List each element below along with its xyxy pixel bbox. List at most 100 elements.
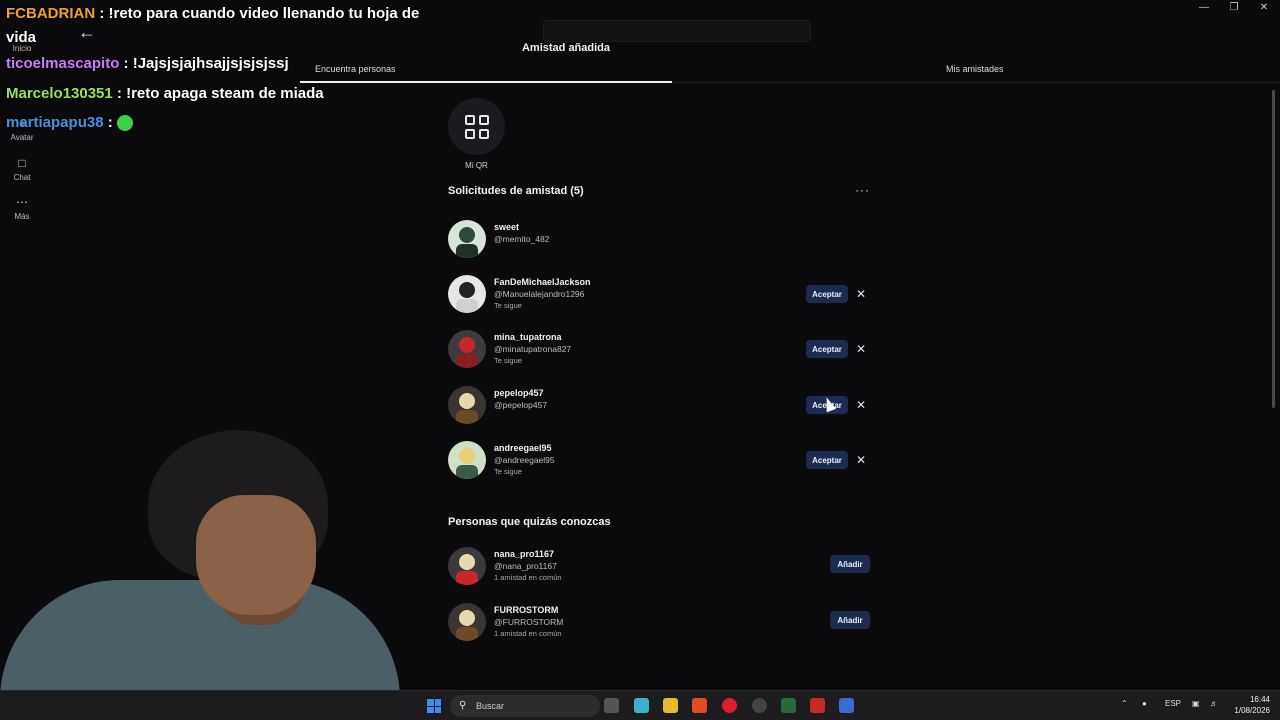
top-search-input[interactable] (543, 20, 811, 42)
person-handle: @FURROSTORM (494, 617, 564, 627)
active-tab-indicator (300, 81, 672, 83)
decline-icon[interactable]: ✕ (855, 285, 867, 303)
list-item[interactable]: pepelop457 @pepelop457 Aceptar ✕ (448, 386, 878, 430)
chat-username: FCBADRIAN (6, 5, 96, 22)
minimize-icon[interactable]: — (1198, 2, 1210, 13)
opera-icon[interactable] (722, 698, 737, 713)
rail-item-label: Más (14, 212, 30, 221)
decline-icon[interactable]: ✕ (855, 451, 867, 469)
person-name: sweet (494, 222, 520, 232)
avatar (448, 275, 486, 313)
my-qr-button[interactable] (448, 98, 505, 155)
person-note: 1 amistad en común (494, 573, 562, 582)
language-indicator[interactable]: ESP (1165, 699, 1181, 708)
person-name: andreegael95 (494, 443, 552, 453)
person-name: FURROSTORM (494, 605, 559, 615)
microphone-icon[interactable]: ● (1142, 699, 1147, 708)
folder-icon[interactable] (663, 698, 678, 713)
person-note: Te sigue (494, 356, 522, 365)
person-name: nana_pro1167 (494, 549, 555, 559)
person-handle: @nana_pro1167 (494, 561, 557, 571)
chat-text: : !reto apaga steam de miada (112, 85, 324, 102)
tray-chevron-icon[interactable]: ⌃ (1121, 699, 1128, 708)
avatar (448, 386, 486, 424)
avatar (448, 330, 486, 368)
person-handle: @pepelop457 (494, 400, 548, 410)
accept-button[interactable]: Aceptar (806, 285, 848, 303)
terminal-icon[interactable] (781, 698, 796, 713)
volume-icon[interactable]: ♬ (1210, 699, 1218, 708)
suggestions-title: Personas que quizás conozcas (448, 516, 611, 528)
chat-text: : !Jajsjsjajhsajjsjsjsjssj (119, 55, 289, 72)
add-friend-button[interactable]: Añadir (830, 611, 870, 629)
decline-icon[interactable]: ✕ (855, 396, 867, 414)
chat-message: ticoelmascapito : !Jajsjsjajhsajjsjsjsjs… (6, 55, 289, 72)
brave-icon[interactable] (692, 698, 707, 713)
more-circle-icon: ⋯ (16, 195, 28, 209)
tab-mis-amistades[interactable]: Mis amistades (946, 64, 1004, 74)
chat-message: martiapapu38 : (6, 114, 133, 132)
webcam-feed (0, 425, 400, 690)
task-view-icon[interactable] (604, 698, 619, 713)
rail-item-chat[interactable]: □ Chat (0, 156, 44, 182)
list-item[interactable]: mina_tupatrona @minatupatrona827 Te sigu… (448, 330, 878, 374)
chat-username: ticoelmascapito (6, 55, 120, 72)
notepad-icon[interactable] (634, 698, 649, 713)
list-item[interactable]: nana_pro1167 @nana_pro1167 1 amistad en … (448, 547, 878, 591)
tab-bar: Encuentra personas Mis amistades (300, 62, 1280, 84)
person-handle: @minatupatrona827 (494, 344, 572, 354)
scrollbar[interactable] (1272, 90, 1275, 408)
taskbar-search[interactable]: ⚲ Buscar (450, 695, 600, 717)
person-note: Te sigue (494, 301, 522, 310)
clock-date: 1/08/2026 (1234, 706, 1270, 715)
list-item[interactable]: andreegael95 @andreegael95 Te sigue Acep… (448, 441, 878, 485)
avatar (448, 547, 486, 585)
close-icon[interactable]: ✕ (1258, 2, 1270, 13)
taskbar: ⚲ Buscar ⌃ ● ESP ▣ ♬ 16:44 1/08/2026 (0, 690, 1280, 720)
accept-button[interactable]: Aceptar (806, 451, 848, 469)
tab-divider (672, 82, 1280, 83)
app-icon[interactable] (810, 698, 825, 713)
chat-text: : (103, 114, 117, 131)
person-handle: @Manuelalejandro1296 (494, 289, 585, 299)
list-item[interactable]: FanDeMichaelJackson @Manuelalejandro1296… (448, 275, 878, 319)
decline-icon[interactable]: ✕ (855, 340, 867, 358)
obs-icon[interactable] (752, 698, 767, 713)
chat-message: Marcelo130351 : !reto apaga steam de mia… (6, 85, 324, 102)
person-note: 1 amistad en común (494, 629, 562, 638)
emote-icon (116, 115, 133, 132)
search-icon: ⚲ (459, 700, 467, 711)
rail-item-label: Chat (13, 173, 31, 182)
network-icon[interactable]: ▣ (1192, 699, 1200, 708)
person-name: FanDeMichaelJackson (494, 277, 591, 287)
accept-button[interactable]: Aceptar (806, 340, 848, 358)
chat-message: FCBADRIAN : !reto para cuando video llen… (6, 2, 426, 50)
system-clock[interactable]: 16:44 1/08/2026 (1234, 694, 1270, 716)
window-controls: — ❐ ✕ (1198, 2, 1270, 13)
roblox-icon[interactable] (839, 698, 854, 713)
chat-icon: □ (18, 156, 26, 170)
avatar (448, 441, 486, 479)
windows-start-icon[interactable] (427, 699, 441, 713)
clock-time: 16:44 (1249, 695, 1270, 704)
qr-code-icon (464, 114, 489, 139)
tab-encuentra-personas[interactable]: Encuentra personas (315, 64, 396, 74)
person-name: mina_tupatrona (494, 332, 562, 342)
person-note: Te sigue (494, 467, 522, 476)
add-friend-button[interactable]: Añadir (830, 555, 870, 573)
list-item[interactable]: FURROSTORM @FURROSTORM 1 amistad en comú… (448, 603, 878, 647)
avatar (448, 220, 486, 258)
rail-item-label: Avatar (10, 133, 34, 142)
restore-icon[interactable]: ❐ (1228, 2, 1240, 13)
person-handle: @andreegael95 (494, 455, 555, 465)
list-item[interactable]: sweet @memito_482 (448, 220, 878, 264)
taskbar-search-placeholder: Buscar (476, 701, 505, 711)
more-options-icon[interactable]: ··· (855, 183, 870, 197)
person-name: pepelop457 (494, 388, 544, 398)
avatar (448, 603, 486, 641)
my-qr-label: Mi QR (465, 161, 488, 170)
chat-username: martiapapu38 (6, 114, 104, 131)
friend-requests-title: Solicitudes de amistad (5) (448, 185, 584, 197)
chat-username: Marcelo130351 (6, 85, 113, 102)
rail-item-mas[interactable]: ⋯ Más (0, 195, 44, 221)
